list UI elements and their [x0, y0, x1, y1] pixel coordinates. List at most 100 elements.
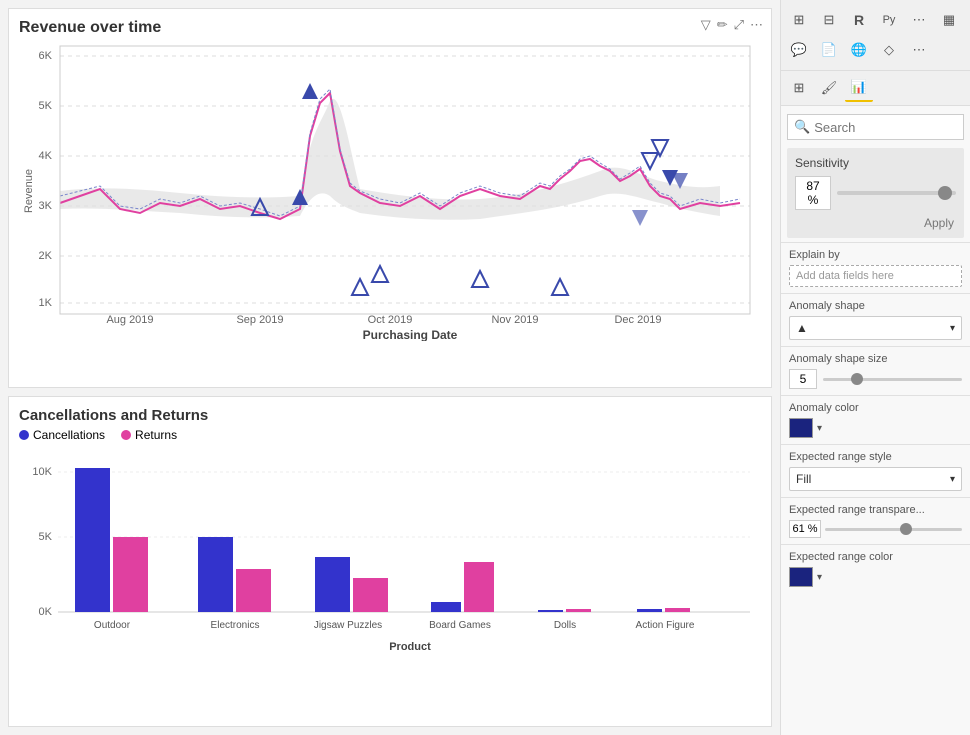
svg-text:Nov 2019: Nov 2019 — [491, 314, 538, 326]
bar-boardgames-returns — [464, 562, 494, 612]
svg-text:Revenue: Revenue — [23, 169, 35, 213]
icon-dia[interactable]: ◇ — [875, 36, 903, 64]
bar-chart-svg-area: 10K 5K 0K — [19, 450, 761, 675]
line-chart-svg-area: 6K 5K 4K 3K 2K 1K Revenue — [19, 41, 761, 351]
line-chart-toolbar: ▽ ✏ ⤢ ⋯ — [701, 17, 763, 33]
anomaly-shape-dropdown[interactable]: ▲ ▾ — [789, 316, 962, 340]
expected-range-color-section: Expected range color ▾ — [781, 544, 970, 593]
svg-text:Electronics: Electronics — [211, 620, 260, 631]
explain-by-field[interactable]: Add data fields here — [789, 265, 962, 287]
icon-bar-top: ⊞ ⊟ R Py ⋯ ▦ 💬 📄 🌐 ◇ ⋯ — [781, 0, 970, 71]
icon-grid[interactable]: ⊞ — [785, 6, 813, 34]
svg-text:Aug 2019: Aug 2019 — [106, 314, 153, 326]
anomaly-shape-value: ▲ — [796, 321, 808, 335]
svg-text:Dec 2019: Dec 2019 — [614, 314, 661, 326]
bar-chart-svg: 10K 5K 0K — [19, 450, 761, 670]
search-icon: 🔍 — [794, 119, 810, 135]
expected-range-style-section: Expected range style Fill ▾ — [781, 444, 970, 497]
search-box[interactable]: 🔍 — [787, 114, 964, 140]
icon-analytics[interactable]: 📊 — [845, 74, 873, 102]
icon-doc[interactable]: 📄 — [815, 36, 843, 64]
bar-actionfigure-cancellations — [637, 609, 662, 612]
expected-range-style-value: Fill — [796, 472, 811, 486]
expected-range-color-label: Expected range color — [789, 551, 962, 563]
anomaly-shape-size-label: Anomaly shape size — [789, 353, 962, 365]
icon-table[interactable]: ⊟ — [815, 6, 843, 34]
icon-chat[interactable]: 💬 — [785, 36, 813, 64]
right-panel: ⊞ ⊟ R Py ⋯ ▦ 💬 📄 🌐 ◇ ⋯ ⊞ 🖌 📊 🔍 Sensitivi… — [780, 0, 970, 735]
sensitivity-value: 87 % — [795, 176, 831, 210]
bar-electronics-returns — [236, 569, 271, 612]
legend-cancellations: Cancellations — [19, 428, 105, 442]
chevron-down-icon2: ▾ — [950, 474, 955, 485]
bar-dolls-returns — [566, 609, 591, 612]
anomaly-color-label: Anomaly color — [789, 402, 962, 414]
anomaly-shape-size-slider[interactable] — [823, 378, 962, 381]
svg-text:5K: 5K — [39, 531, 53, 543]
expected-range-style-dropdown[interactable]: Fill ▾ — [789, 467, 962, 491]
bar-chart-title: Cancellations and Returns — [19, 407, 761, 424]
bar-dolls-cancellations — [538, 610, 563, 612]
sensitivity-label: Sensitivity — [795, 156, 956, 170]
main-area: Revenue over time ▽ ✏ ⤢ ⋯ 6K 5K 4K 3K 2K… — [0, 0, 780, 735]
icon-box[interactable]: ▦ — [935, 6, 963, 34]
svg-text:1K: 1K — [39, 297, 53, 309]
bar-chart-legend: Cancellations Returns — [19, 428, 761, 442]
line-chart-svg: 6K 5K 4K 3K 2K 1K Revenue — [19, 41, 761, 341]
icon-cal[interactable]: ⊞ — [785, 74, 813, 102]
legend-dot-returns — [121, 430, 131, 440]
svg-text:10K: 10K — [32, 466, 52, 478]
anomaly-color-box[interactable] — [789, 418, 813, 438]
expected-range-color-row: ▾ — [789, 567, 962, 587]
anomaly-color-section: Anomaly color ▾ — [781, 395, 970, 444]
bar-jigsaw-returns — [353, 578, 388, 612]
bar-electronics-cancellations — [198, 537, 233, 612]
expected-range-transparency-label: Expected range transpare... — [789, 504, 962, 516]
apply-button[interactable]: Apply — [795, 216, 956, 230]
icon-more-top2[interactable]: ⋯ — [905, 36, 933, 64]
expand-icon[interactable]: ⤢ — [734, 17, 744, 33]
bar-jigsaw-cancellations — [315, 557, 350, 612]
edit-icon[interactable]: ✏ — [717, 17, 728, 33]
legend-dot-cancellations — [19, 430, 29, 440]
anomaly-color-row: ▾ — [789, 418, 962, 438]
anomaly-color-chevron[interactable]: ▾ — [817, 423, 822, 434]
more-icon[interactable]: ⋯ — [750, 17, 763, 33]
filter-icon[interactable]: ▽ — [701, 17, 711, 33]
icon-brush[interactable]: 🖌 — [815, 74, 843, 102]
sensitivity-slider-thumb — [938, 186, 952, 200]
svg-text:3K: 3K — [39, 200, 53, 212]
sensitivity-panel: Sensitivity 87 % Apply — [787, 148, 964, 238]
legend-returns: Returns — [121, 428, 177, 442]
icon-py[interactable]: Py — [875, 6, 903, 34]
expected-range-transparency-thumb — [900, 523, 912, 535]
sensitivity-slider[interactable] — [837, 191, 956, 195]
search-input[interactable] — [814, 120, 957, 135]
expected-range-color-box[interactable] — [789, 567, 813, 587]
bar-actionfigure-returns — [665, 608, 690, 612]
expected-range-transparency-row: 61 % — [789, 520, 962, 538]
svg-text:Oct 2019: Oct 2019 — [368, 314, 413, 326]
svg-text:Board Games: Board Games — [429, 620, 491, 631]
icon-more-top[interactable]: ⋯ — [905, 6, 933, 34]
svg-text:Action Figure: Action Figure — [636, 620, 695, 631]
icon-r[interactable]: R — [845, 6, 873, 34]
svg-text:Jigsaw Puzzles: Jigsaw Puzzles — [314, 620, 382, 631]
icon-bar-bottom: ⊞ 🖌 📊 — [781, 71, 970, 106]
expected-range-color-chevron[interactable]: ▾ — [817, 572, 822, 583]
svg-text:5K: 5K — [39, 100, 53, 112]
bar-outdoor-returns — [113, 537, 148, 612]
expected-range-transparency-value: 61 % — [789, 520, 821, 538]
svg-text:2K: 2K — [39, 250, 53, 262]
expected-range-transparency-slider[interactable] — [825, 528, 962, 531]
explain-by-section: Explain by Add data fields here — [781, 242, 970, 293]
icon-map[interactable]: 🌐 — [845, 36, 873, 64]
anomaly-shape-size-value[interactable]: 5 — [789, 369, 817, 389]
explain-by-label: Explain by — [789, 249, 962, 261]
legend-label-returns: Returns — [135, 428, 177, 442]
bar-boardgames-cancellations — [431, 602, 461, 612]
anomaly-shape-size-section: Anomaly shape size 5 — [781, 346, 970, 395]
anomaly-shape-size-row: 5 — [789, 369, 962, 389]
svg-text:Outdoor: Outdoor — [94, 620, 131, 631]
bar-chart-container: Cancellations and Returns Cancellations … — [8, 396, 772, 727]
